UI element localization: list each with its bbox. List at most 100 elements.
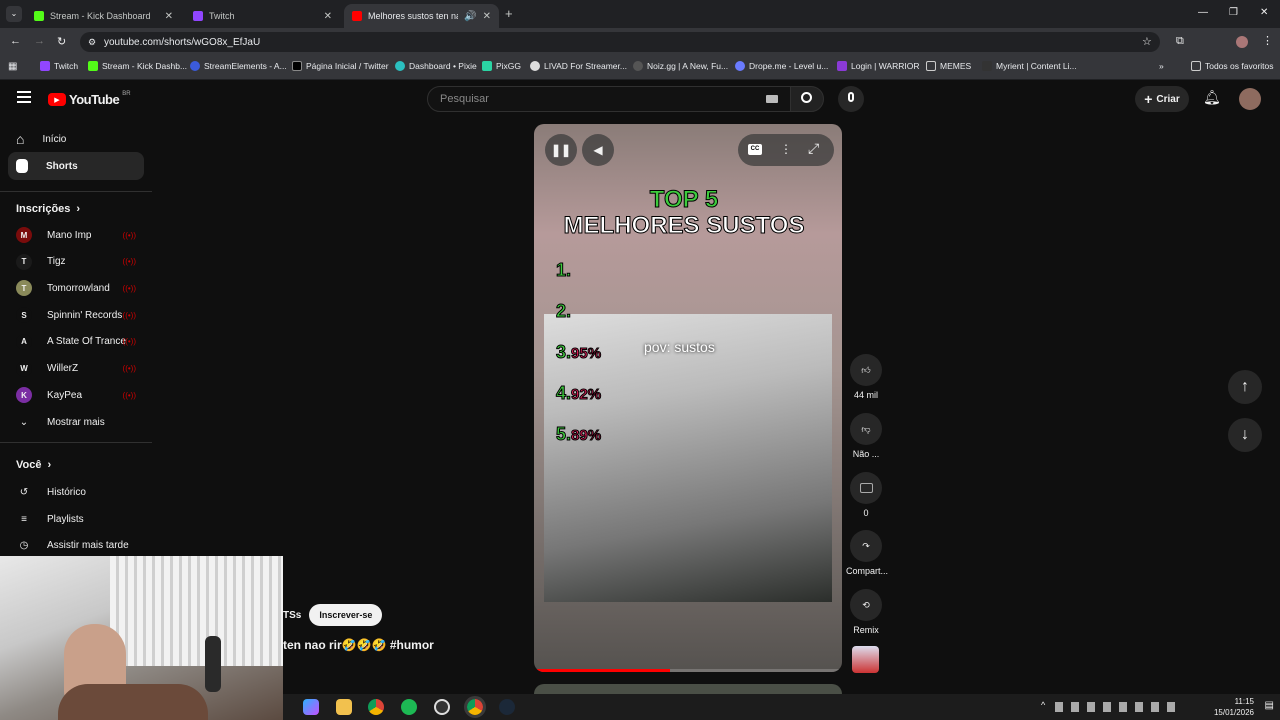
minimize-button[interactable]: — bbox=[1198, 7, 1208, 18]
tab-youtube-shorts[interactable]: Melhores sustos ten nao rir 🔊 ✕ bbox=[344, 4, 499, 28]
sidebar-item-playlists[interactable]: ≡ Playlists bbox=[16, 507, 136, 531]
sidebar-item-watch-later[interactable]: ◷ Assistir mais tarde bbox=[16, 533, 136, 557]
sidebar: ⌂ Início Shorts Inscrições › M Mano Imp((… bbox=[0, 120, 155, 560]
close-tab-icon[interactable]: ✕ bbox=[324, 11, 332, 22]
rank-label: 3.95% bbox=[555, 342, 602, 363]
comments-button[interactable]: 0 bbox=[846, 472, 886, 518]
close-window-button[interactable]: ✕ bbox=[1260, 7, 1268, 18]
bookmark-folder-memes[interactable]: MEMES bbox=[926, 61, 971, 71]
subscription-item[interactable]: K KayPea ((•)) bbox=[16, 383, 136, 407]
sound-thumbnail[interactable] bbox=[852, 646, 879, 673]
youtube-logo[interactable]: ▶ YouTube BR bbox=[48, 91, 131, 107]
bookmark-pixgg[interactable]: PixGG bbox=[482, 61, 521, 71]
new-tab-button[interactable]: + bbox=[505, 6, 513, 21]
live-indicator-icon: ((•)) bbox=[122, 283, 136, 293]
subscriptions-heading[interactable]: Inscrições › bbox=[16, 203, 80, 215]
menu-icon[interactable]: ⋮ bbox=[1262, 34, 1273, 47]
sidebar-item-history[interactable]: ↺ Histórico bbox=[16, 480, 136, 504]
create-button[interactable]: + Criar bbox=[1135, 86, 1189, 112]
close-tab-icon[interactable]: ✕ bbox=[165, 11, 173, 22]
bookmark-noiz[interactable]: Noiz.gg | A New, Fu... bbox=[633, 61, 728, 71]
bookmark-streamelements[interactable]: StreamElements - A... bbox=[190, 61, 287, 71]
steam-icon[interactable] bbox=[499, 699, 515, 715]
tray-icons[interactable] bbox=[1055, 702, 1175, 712]
sidebar-item-shorts[interactable]: Shorts bbox=[8, 152, 144, 180]
copilot-icon[interactable] bbox=[303, 699, 319, 715]
chrome-icon[interactable] bbox=[368, 699, 384, 715]
show-more-button[interactable]: ⌄ Mostrar mais bbox=[16, 410, 136, 434]
file-explorer-icon[interactable] bbox=[336, 699, 352, 715]
subscribe-button[interactable]: Inscrever-se bbox=[309, 604, 383, 626]
tab-twitch[interactable]: Twitch ✕ bbox=[185, 4, 340, 28]
subscription-item[interactable]: T Tomorrowland ((•)) bbox=[16, 276, 136, 300]
subscription-item[interactable]: T Tigz ((•)) bbox=[16, 250, 136, 274]
star-icon[interactable]: ☆ bbox=[1142, 35, 1152, 48]
subscription-item[interactable]: AA State Of Trance ((•)) bbox=[16, 330, 136, 354]
apps-icon[interactable]: ▦ bbox=[8, 61, 17, 72]
bookmark-pixie[interactable]: Dashboard • Pixie bbox=[395, 61, 477, 71]
hamburger-menu-icon[interactable] bbox=[17, 91, 31, 103]
channel-name[interactable]: TSs bbox=[283, 610, 301, 621]
subscription-item[interactable]: W WillerZ ((•)) bbox=[16, 357, 136, 381]
bookmark-myrient[interactable]: Myrient | Content Li... bbox=[982, 61, 1077, 71]
bookmark-twitch[interactable]: Twitch bbox=[40, 61, 78, 71]
video-overlay-caption: pov: sustos bbox=[644, 339, 715, 355]
tab-kick-dashboard[interactable]: Stream - Kick Dashboard ✕ bbox=[26, 4, 181, 28]
account-avatar[interactable] bbox=[1239, 88, 1261, 110]
bookmark-twitter[interactable]: Página Inicial / Twitter bbox=[292, 61, 389, 71]
notifications-icon[interactable]: ▤ bbox=[1265, 700, 1274, 711]
subscription-item[interactable]: S Spinnin' Records ((•)) bbox=[16, 303, 136, 327]
chrome-active-icon[interactable] bbox=[464, 696, 486, 718]
bookmark-drope[interactable]: Drope.me - Level u... bbox=[735, 61, 828, 71]
sidebar-divider bbox=[0, 191, 152, 192]
like-button[interactable]: 👍︎ 44 mil bbox=[846, 354, 886, 400]
close-tab-icon[interactable]: ✕ bbox=[483, 11, 491, 22]
fullscreen-icon[interactable]: ⤢ bbox=[808, 140, 819, 157]
voice-search-button[interactable] bbox=[838, 86, 864, 112]
search-button[interactable] bbox=[790, 86, 824, 112]
url-field[interactable]: ⚙ youtube.com/shorts/wGO8x_EfJaU bbox=[80, 32, 1160, 52]
mute-tab-icon[interactable]: 🔊 bbox=[464, 11, 476, 22]
short-description: ten nao rir🤣🤣🤣 #humor bbox=[283, 638, 434, 652]
extensions-icon[interactable]: ⧉ bbox=[1176, 35, 1184, 48]
obs-icon[interactable] bbox=[434, 699, 450, 715]
bookmark-kick[interactable]: Stream - Kick Dashb... bbox=[88, 61, 187, 71]
keyboard-icon[interactable] bbox=[766, 95, 778, 103]
forward-icon[interactable]: → bbox=[34, 35, 45, 47]
sidebar-item-home[interactable]: ⌂ Início bbox=[8, 125, 144, 153]
you-heading[interactable]: Você › bbox=[16, 459, 51, 471]
x-icon bbox=[292, 61, 302, 71]
tray-overflow-icon[interactable]: ^ bbox=[1041, 700, 1045, 710]
previous-short-button[interactable]: ↑ bbox=[1228, 370, 1262, 404]
next-short-button[interactable]: ↓ bbox=[1228, 418, 1262, 452]
shorts-icon bbox=[16, 159, 28, 173]
tab-list-dropdown[interactable]: ⌄ bbox=[6, 6, 22, 22]
bookmark-livad[interactable]: LIVAD For Streamer... bbox=[530, 61, 627, 71]
shorts-player[interactable]: ❚❚ ◀ CC ⋮ ⤢ TOP 5 MELHORES SUSTOS 1. 2. 3.… bbox=[534, 124, 842, 672]
remix-button[interactable]: ⟲ Remix bbox=[846, 589, 886, 635]
dislike-button[interactable]: 👎︎ Não ... bbox=[846, 413, 886, 459]
captions-icon[interactable]: CC bbox=[748, 144, 762, 155]
share-button[interactable]: ↷ Compart... bbox=[846, 530, 888, 576]
search-input[interactable]: Pesquisar bbox=[427, 86, 791, 112]
spotify-icon[interactable] bbox=[401, 699, 417, 715]
back-icon[interactable]: ← bbox=[10, 35, 21, 47]
system-clock[interactable]: 11:15 15/01/2026 bbox=[1214, 696, 1254, 718]
bookmark-all-favorites[interactable]: Todos os favoritos bbox=[1191, 61, 1274, 71]
pause-button[interactable]: ❚❚ bbox=[545, 134, 577, 166]
channel-row: TSs Inscrever-se bbox=[283, 604, 383, 626]
video-overlay-title: TOP 5 bbox=[649, 186, 719, 214]
subscription-item[interactable]: M Mano Imp ((•)) bbox=[16, 223, 136, 247]
profile-avatar[interactable] bbox=[1236, 36, 1248, 48]
more-options-icon[interactable]: ⋮ bbox=[780, 142, 792, 156]
bookmark-warrior[interactable]: Login | WARRIOR bbox=[837, 61, 920, 71]
live-indicator-icon: ((•)) bbox=[122, 230, 136, 240]
site-info-icon[interactable]: ⚙ bbox=[88, 37, 96, 48]
clock-icon: ◷ bbox=[19, 539, 29, 551]
video-progress-bar[interactable] bbox=[534, 669, 842, 672]
reload-icon[interactable]: ↻ bbox=[57, 35, 66, 48]
restore-button[interactable]: ❐ bbox=[1229, 7, 1238, 18]
volume-button[interactable]: ◀ bbox=[582, 134, 614, 166]
notifications-bell-icon[interactable]: 🔔︎ bbox=[1203, 89, 1221, 106]
bookmarks-overflow-icon[interactable]: » bbox=[1159, 61, 1164, 71]
